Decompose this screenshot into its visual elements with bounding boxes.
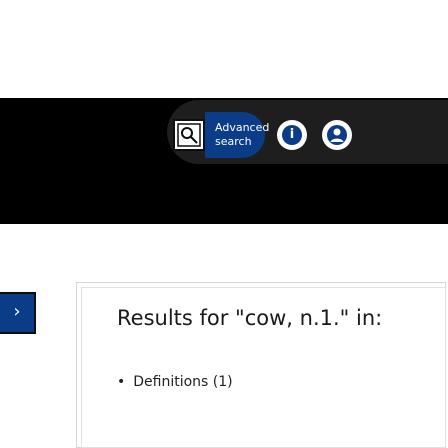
- search-tool-button[interactable]: [173, 119, 205, 151]
- sidebar-toggle-button[interactable]: ›: [0, 292, 36, 334]
- chevron-right-icon: ›: [13, 301, 21, 322]
- page-top-background: [0, 0, 448, 98]
- user-account-button[interactable]: [322, 120, 352, 150]
- results-title: Results for "cow, n.1." in:: [117, 306, 383, 330]
- result-category-label: Definitions (1): [133, 374, 233, 390]
- advanced-search-label-line1: Advanced: [215, 121, 270, 134]
- result-category-item[interactable]: • Definitions (1): [117, 374, 233, 390]
- advanced-search-button[interactable]: Advanced search: [205, 112, 270, 158]
- bullet-icon: •: [117, 374, 126, 390]
- info-button[interactable]: i: [277, 120, 307, 150]
- search-tool-icon: [177, 123, 201, 147]
- user-icon: [327, 125, 347, 145]
- info-icon: i: [282, 125, 302, 145]
- advanced-search-label-line2: search: [215, 135, 252, 148]
